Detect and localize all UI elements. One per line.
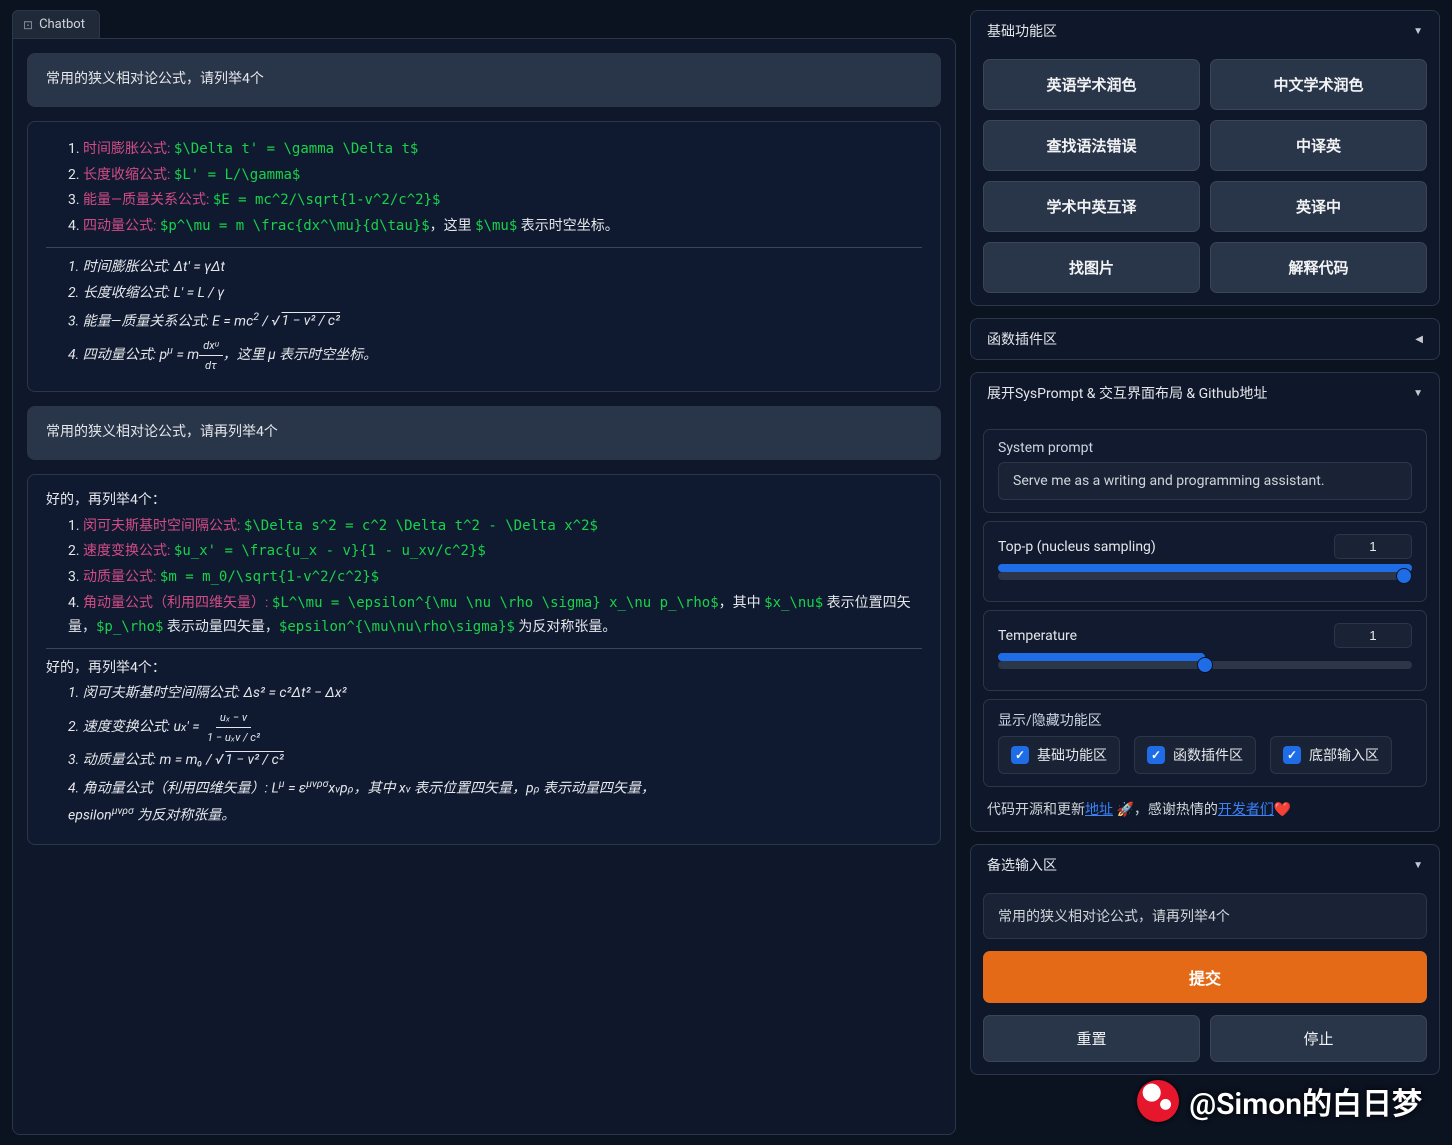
chevron-left-icon: ◀ <box>1415 334 1423 345</box>
chat-body[interactable]: 常用的狭义相对论公式，请列举4个 时间膨胀公式: $\Delta t' = \g… <box>12 38 956 1135</box>
system-prompt-card: System prompt Serve me as a writing and … <box>983 429 1427 513</box>
panel-header[interactable]: 函数插件区 ◀ <box>971 319 1439 359</box>
panel-header[interactable]: 展开SysPrompt & 交互界面布局 & Github地址 ▼ <box>971 373 1439 413</box>
tab-icon: ⊡ <box>23 18 33 32</box>
action-button-7[interactable]: 解释代码 <box>1210 242 1427 293</box>
temperature-value[interactable] <box>1334 623 1412 648</box>
basic-panel: 基础功能区 ▼ 英语学术润色中文学术润色查找语法错误中译英学术中英互译英译中找图… <box>970 10 1440 306</box>
checkbox-bottom[interactable]: ✓底部输入区 <box>1270 736 1392 774</box>
chevron-down-icon: ▼ <box>1413 26 1423 37</box>
checkbox-basic[interactable]: ✓基础功能区 <box>998 736 1120 774</box>
top-p-value[interactable] <box>1334 534 1412 559</box>
temperature-slider[interactable] <box>998 656 1412 674</box>
temperature-card: Temperature <box>983 610 1427 691</box>
plugin-panel: 函数插件区 ◀ <box>970 318 1440 360</box>
top-p-card: Top-p (nucleus sampling) <box>983 521 1427 602</box>
action-button-0[interactable]: 英语学术润色 <box>983 59 1200 110</box>
action-button-2[interactable]: 查找语法错误 <box>983 120 1200 171</box>
system-prompt-input[interactable]: Serve me as a writing and programming as… <box>998 462 1412 500</box>
reset-button[interactable]: 重置 <box>983 1015 1200 1062</box>
panel-header[interactable]: 基础功能区 ▼ <box>971 11 1439 51</box>
control-column: 基础功能区 ▼ 英语学术润色中文学术润色查找语法错误中译英学术中英互译英译中找图… <box>970 10 1440 1135</box>
alt-input-panel: 备选输入区 ▼ 常用的狭义相对论公式，请再列举4个 提交 重置 停止 <box>970 844 1440 1075</box>
action-button-3[interactable]: 中译英 <box>1210 120 1427 171</box>
repo-link[interactable]: 地址 <box>1085 802 1113 818</box>
bot-message: 好的，再列举4个： 闵可夫斯基时空间隔公式: $\Delta s^2 = c^2… <box>27 474 941 845</box>
user-message: 常用的狭义相对论公式，请列举4个 <box>27 53 941 107</box>
footer-note: 代码开源和更新地址 🚀，感谢热情的开发者们❤️ <box>983 795 1427 819</box>
chevron-down-icon: ▼ <box>1413 860 1423 871</box>
expand-panel: 展开SysPrompt & 交互界面布局 & Github地址 ▼ System… <box>970 372 1440 832</box>
stop-button[interactable]: 停止 <box>1210 1015 1427 1062</box>
top-p-slider[interactable] <box>998 567 1412 585</box>
action-button-6[interactable]: 找图片 <box>983 242 1200 293</box>
chevron-down-icon: ▼ <box>1413 388 1423 399</box>
panel-header[interactable]: 备选输入区 ▼ <box>971 845 1439 885</box>
chat-column: ⊡ Chatbot 常用的狭义相对论公式，请列举4个 时间膨胀公式: $\Del… <box>12 10 956 1135</box>
user-message: 常用的狭义相对论公式，请再列举4个 <box>27 406 941 460</box>
action-button-1[interactable]: 中文学术润色 <box>1210 59 1427 110</box>
submit-button[interactable]: 提交 <box>983 951 1427 1003</box>
alt-text-input[interactable]: 常用的狭义相对论公式，请再列举4个 <box>983 893 1427 939</box>
bot-message: 时间膨胀公式: $\Delta t' = \gamma \Delta t$ 长度… <box>27 121 941 392</box>
tab-strip: ⊡ Chatbot <box>12 10 956 38</box>
tab-chatbot[interactable]: ⊡ Chatbot <box>12 10 100 38</box>
checkbox-plugin[interactable]: ✓函数插件区 <box>1134 736 1256 774</box>
visibility-card: 显示/隐藏功能区 ✓基础功能区 ✓函数插件区 ✓底部输入区 <box>983 699 1427 787</box>
action-button-4[interactable]: 学术中英互译 <box>983 181 1200 232</box>
devs-link[interactable]: 开发者们 <box>1218 802 1274 818</box>
action-button-5[interactable]: 英译中 <box>1210 181 1427 232</box>
tab-label: Chatbot <box>39 17 85 32</box>
